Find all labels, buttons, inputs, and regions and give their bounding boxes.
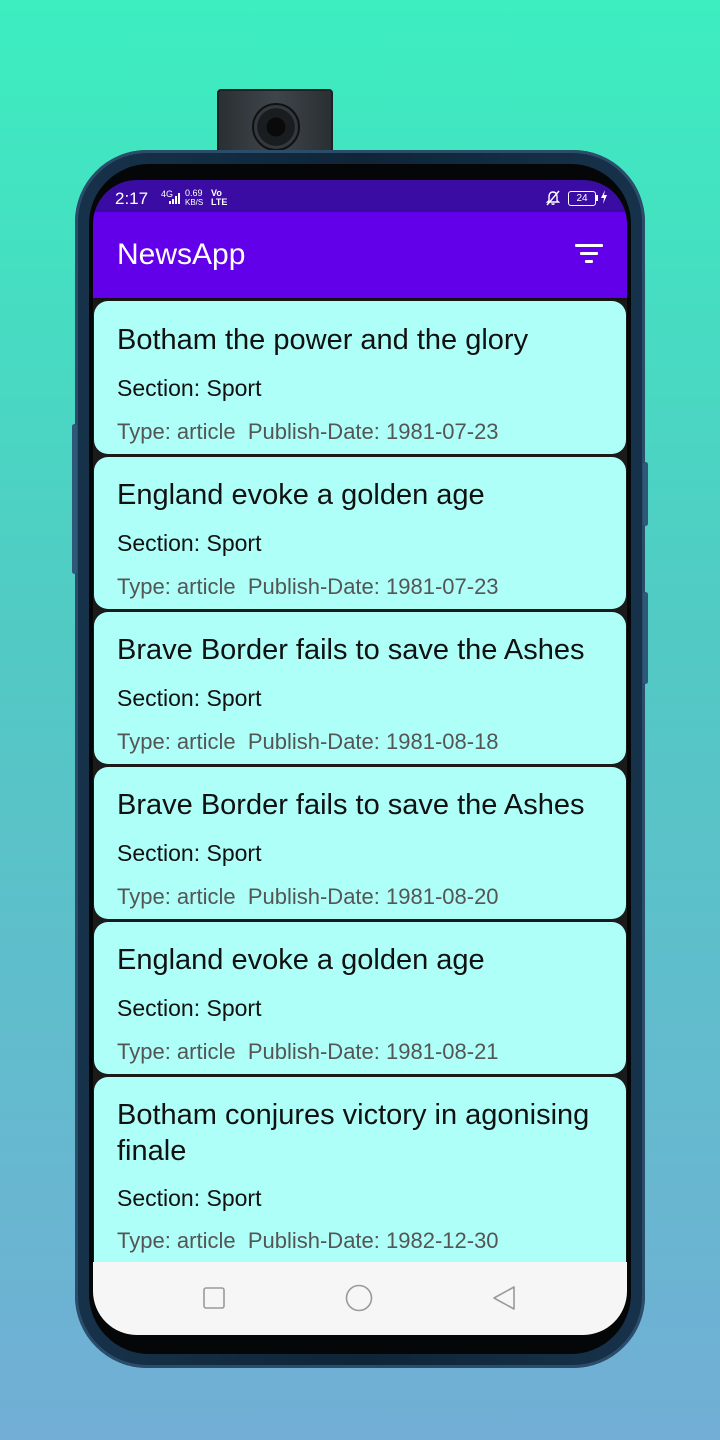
article-title: Botham the power and the glory [117,324,529,356]
article-section: Section: Sport [117,840,262,866]
device-screen: 2:17 4G 0.69 KB/S Vo LTE 24 NewsApp Both… [93,180,627,1335]
home-circle-icon[interactable] [345,1284,373,1312]
battery-cap [596,195,598,201]
signal-icon [169,193,180,204]
article-card[interactable]: Brave Border fails to save the Ashes Sec… [94,612,626,764]
bell-off-icon [545,190,561,206]
article-title: Brave Border fails to save the Ashes [117,789,585,821]
network-speed: 0.69 KB/S [185,188,204,208]
article-meta: Type: article Publish-Date: 1981-08-21 [117,1039,499,1064]
article-card[interactable]: England evoke a golden age Section: Spor… [94,922,626,1074]
article-title: England evoke a golden age [117,944,485,976]
side-button-right-upper [643,462,648,526]
article-card[interactable]: England evoke a golden age Section: Spor… [94,457,626,609]
side-button-right-lower [643,592,648,684]
article-section: Section: Sport [117,685,262,711]
side-button-left [72,424,77,574]
article-list[interactable]: Botham the power and the glory Section: … [93,301,627,1262]
back-triangle-icon[interactable] [492,1285,516,1311]
battery-indicator: 24 [568,191,596,206]
article-section: Section: Sport [117,995,262,1021]
article-meta: Type: article Publish-Date: 1981-07-23 [117,574,499,599]
volte-bottom: LTE [211,197,228,207]
volte-indicator: Vo LTE [211,189,227,207]
network-speed-value: 0.69 [185,188,203,198]
camera-lens-icon [252,103,300,151]
navigation-bar [93,1262,627,1335]
article-meta: Type: article Publish-Date: 1981-08-18 [117,729,499,754]
article-meta: Type: article Publish-Date: 1982-12-30 [117,1228,499,1253]
article-section: Section: Sport [117,1185,262,1211]
status-bar: 2:17 4G 0.69 KB/S Vo LTE 24 [93,180,627,212]
status-time: 2:17 [115,189,149,208]
article-meta: Type: article Publish-Date: 1981-08-20 [117,884,499,909]
article-card[interactable]: Brave Border fails to save the Ashes Sec… [94,767,626,919]
network-speed-unit: KB/S [185,198,204,207]
charging-bolt-icon [601,190,607,204]
app-bar: NewsApp [93,212,627,298]
article-section: Section: Sport [117,375,262,401]
app-title: NewsApp [117,238,246,271]
article-section: Section: Sport [117,530,262,556]
article-title: Brave Border fails to save the Ashes [117,634,585,666]
article-card[interactable]: Botham conjures victory in agonising fin… [94,1077,626,1262]
article-card[interactable]: Botham the power and the glory Section: … [94,301,626,454]
article-meta: Type: article Publish-Date: 1981-07-23 [117,419,499,444]
article-title: England evoke a golden age [117,479,485,511]
filter-list-icon[interactable] [575,243,605,265]
article-title: Botham conjures victory in agonising fin… [117,1099,590,1167]
recents-square-icon[interactable] [203,1287,225,1309]
